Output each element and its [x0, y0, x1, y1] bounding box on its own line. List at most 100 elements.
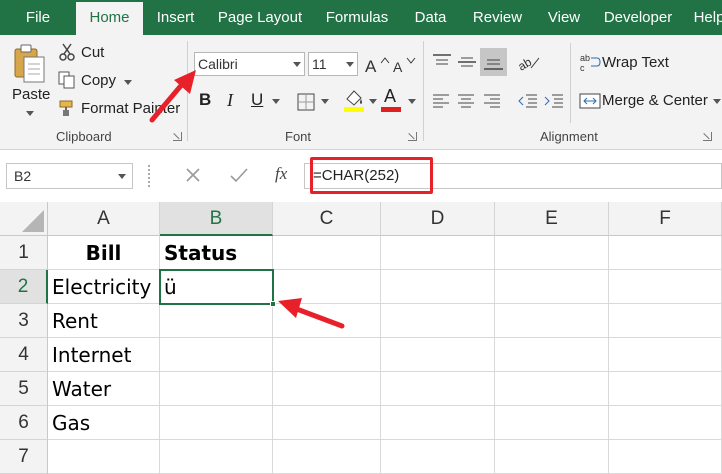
cell-b2[interactable]: ü [160, 270, 273, 304]
grid-cell[interactable] [160, 304, 273, 338]
row-header-5[interactable]: 5 [0, 372, 48, 406]
wrap-text-button[interactable]: Wrap Text [602, 54, 669, 71]
grid-cell[interactable] [160, 406, 273, 440]
underline-dropdown-icon[interactable] [272, 99, 280, 104]
cut-button[interactable]: Cut [81, 44, 104, 61]
cell-b1[interactable]: Status [160, 236, 273, 270]
grid-cell[interactable] [609, 270, 722, 304]
grid-cell[interactable] [495, 440, 609, 474]
grid-cell[interactable] [273, 372, 381, 406]
worksheet-grid[interactable]: A B C D E F 1 2 3 4 5 6 7 Bill Status El… [0, 202, 722, 474]
merge-center-button[interactable]: Merge & Center [602, 92, 708, 109]
tab-view[interactable]: View [536, 0, 592, 35]
grid-cell[interactable] [48, 440, 160, 474]
grid-cell[interactable] [495, 406, 609, 440]
paste-label[interactable]: Paste [12, 86, 50, 103]
increase-font-size-icon[interactable]: A [364, 55, 390, 80]
grid-cell[interactable] [273, 236, 381, 270]
top-align-icon[interactable] [431, 52, 453, 77]
wrap-text-icon[interactable]: ab c [579, 52, 601, 77]
grid-cell[interactable] [381, 270, 495, 304]
tab-home[interactable]: Home [76, 2, 143, 35]
borders-icon[interactable] [296, 92, 316, 117]
row-header-6[interactable]: 6 [0, 406, 48, 440]
grid-cell[interactable] [381, 440, 495, 474]
cell-a6[interactable]: Gas [48, 406, 160, 440]
align-center-icon[interactable] [456, 92, 476, 115]
tab-file[interactable]: File [0, 0, 76, 35]
merge-center-icon[interactable] [579, 91, 601, 116]
formula-bar-splitter[interactable] [148, 165, 152, 187]
tab-data[interactable]: Data [402, 0, 459, 35]
column-header-b[interactable]: B [160, 202, 273, 236]
tab-page-layout[interactable]: Page Layout [208, 0, 312, 35]
row-header-7[interactable]: 7 [0, 440, 48, 474]
cancel-icon[interactable] [184, 166, 202, 189]
insert-function-button[interactable]: fx [275, 164, 287, 184]
decrease-font-size-icon[interactable]: A [392, 55, 418, 80]
copy-dropdown-icon[interactable] [124, 80, 132, 85]
format-painter-icon[interactable] [58, 99, 76, 122]
column-header-f[interactable]: F [609, 202, 722, 236]
select-all-button[interactable] [0, 202, 48, 236]
grid-cell[interactable] [609, 406, 722, 440]
font-color-button[interactable]: A [384, 86, 396, 107]
row-header-3[interactable]: 3 [0, 304, 48, 338]
grid-cell[interactable] [381, 236, 495, 270]
grid-cell[interactable] [495, 338, 609, 372]
cell-a5[interactable]: Water [48, 372, 160, 406]
cell-a3[interactable]: Rent [48, 304, 160, 338]
paste-dropdown-icon[interactable] [26, 111, 34, 116]
merge-dropdown-icon[interactable] [713, 99, 721, 104]
font-color-dropdown-icon[interactable] [408, 99, 416, 104]
tab-help[interactable]: Help [684, 0, 722, 35]
alignment-launcher-icon[interactable] [703, 132, 712, 141]
grid-cell[interactable] [381, 338, 495, 372]
font-name-box[interactable]: Calibri [194, 52, 305, 76]
italic-button[interactable]: I [227, 90, 233, 111]
middle-align-icon[interactable] [456, 52, 478, 77]
column-header-c[interactable]: C [273, 202, 381, 236]
tab-developer[interactable]: Developer [592, 0, 684, 35]
decrease-indent-icon[interactable] [517, 92, 539, 115]
font-launcher-icon[interactable] [408, 132, 417, 141]
grid-cell[interactable] [495, 270, 609, 304]
cell-a1[interactable]: Bill [48, 236, 160, 270]
column-header-d[interactable]: D [381, 202, 495, 236]
grid-cell[interactable] [273, 440, 381, 474]
copy-button[interactable]: Copy [81, 72, 116, 89]
grid-cell[interactable] [609, 338, 722, 372]
grid-cell[interactable] [381, 372, 495, 406]
grid-cell[interactable] [609, 236, 722, 270]
row-header-2[interactable]: 2 [0, 270, 48, 304]
align-left-icon[interactable] [431, 92, 451, 115]
underline-button[interactable]: U [251, 90, 263, 110]
grid-cell[interactable] [495, 304, 609, 338]
fill-color-dropdown-icon[interactable] [369, 99, 377, 104]
increase-indent-icon[interactable] [543, 92, 565, 115]
grid-cell[interactable] [495, 236, 609, 270]
column-header-e[interactable]: E [495, 202, 609, 236]
grid-cell[interactable] [160, 338, 273, 372]
grid-cell[interactable] [381, 406, 495, 440]
tab-formulas[interactable]: Formulas [312, 0, 402, 35]
clipboard-launcher-icon[interactable] [173, 132, 182, 141]
paste-button[interactable] [10, 43, 50, 89]
borders-dropdown-icon[interactable] [321, 99, 329, 104]
grid-cell[interactable] [609, 304, 722, 338]
grid-cell[interactable] [609, 372, 722, 406]
cell-a4[interactable]: Internet [48, 338, 160, 372]
copy-icon[interactable] [58, 71, 76, 94]
row-header-4[interactable]: 4 [0, 338, 48, 372]
cut-icon[interactable] [58, 43, 76, 66]
tab-insert[interactable]: Insert [143, 0, 208, 35]
column-header-a[interactable]: A [48, 202, 160, 236]
bottom-align-button[interactable] [480, 48, 507, 76]
align-right-icon[interactable] [482, 92, 502, 115]
grid-cell[interactable] [273, 338, 381, 372]
orientation-icon[interactable]: ab [515, 52, 547, 77]
fill-color-icon[interactable] [343, 87, 365, 118]
enter-check-icon[interactable] [229, 166, 249, 189]
cell-a2[interactable]: Electricity [48, 270, 160, 304]
grid-cell[interactable] [495, 372, 609, 406]
